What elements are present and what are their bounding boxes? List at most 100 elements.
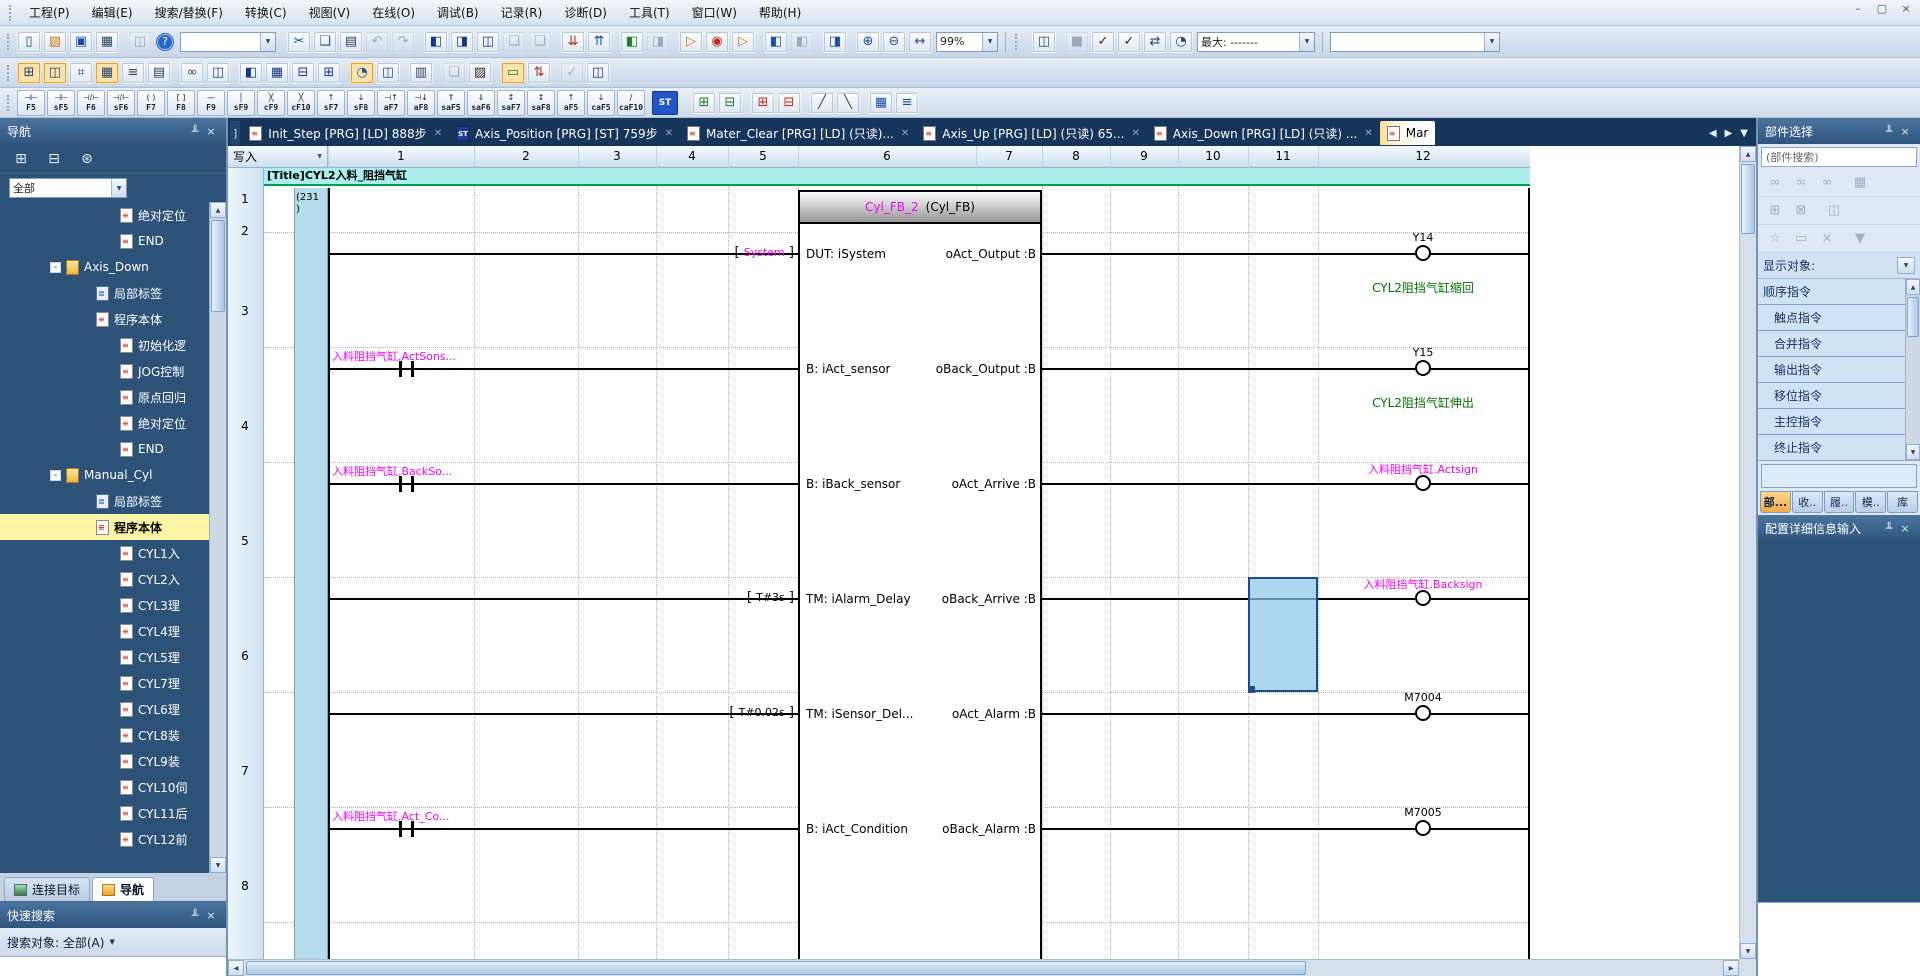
window-close-icon[interactable]: × [1898,2,1914,15]
tree-item[interactable]: CYL3理 [0,592,226,618]
tab-scroll-right-icon[interactable]: ▶ [1725,128,1733,139]
inline-st-button[interactable]: ST [652,91,678,115]
document-tab[interactable]: Mater_Clear [PRG] [LD] (只读)... ✕ [680,121,916,145]
scroll-left-icon[interactable]: ◀ [228,960,244,976]
statement-display-icon[interactable]: ≡ [121,62,145,84]
transfer-setup-icon[interactable]: ⇄ [1143,31,1167,53]
scroll-down-icon[interactable]: ▼ [1906,444,1920,460]
tree-scrollbar[interactable]: ▲ ▼ [209,202,226,873]
ladder-symbol-button[interactable]: ( )F7 [137,90,165,116]
check-program-icon[interactable]: ✓ [1091,31,1115,53]
project-combo[interactable]: ▼ [180,32,276,52]
tree-item[interactable]: CYL5理 [0,644,226,670]
scroll-down-icon[interactable]: ▼ [210,857,226,873]
parts-search-input[interactable]: (部件搜索) [1761,147,1917,167]
tab-connection-target[interactable]: 连接目标 [4,877,90,901]
open-project-icon[interactable]: ▨ [43,31,67,53]
device-display-icon[interactable]: ◧ [424,31,448,53]
tree-item[interactable]: CYL4理 [0,618,226,644]
list-scrollbar[interactable]: ▲ ▼ [1905,279,1920,460]
expand-icon[interactable] [50,262,61,273]
pause-icon[interactable]: ■ [1065,31,1089,53]
wire-draw-icon[interactable]: ╱ [810,92,834,114]
parts-tab[interactable]: 模.. [1855,491,1886,513]
document-tab[interactable]: Mar ✕ [1380,121,1436,145]
tree-item[interactable]: 绝对定位 [0,410,226,436]
display-format-icon[interactable]: ▥ [409,62,433,84]
menu-item[interactable]: 编辑(E) [81,3,144,23]
selected-part-field[interactable] [1761,464,1917,488]
ladder-symbol-button[interactable]: ↑aF5 [557,90,585,116]
mode-cell[interactable]: 写入▼ [228,146,328,167]
scroll-up-icon[interactable]: ▲ [1740,146,1756,162]
output-coil[interactable] [1415,705,1431,721]
ladder-symbol-button[interactable]: ↓sF8 [347,90,375,116]
tree-item[interactable]: 绝对定位 [0,202,226,228]
ladder-edit-b-icon[interactable]: ⊟ [718,92,742,114]
check2-icon[interactable]: ✓ [560,62,584,84]
ladder-symbol-button[interactable]: ⇓saF6 [467,90,495,116]
watch-combo[interactable]: ▼ [1330,32,1500,52]
max-combo[interactable]: 最大: -------▼ [1197,32,1315,52]
expand-icon[interactable] [50,470,61,481]
document-tab[interactable]: Axis_Position [PRG] [ST] 759步 ✕ [449,121,680,145]
scroll-down-icon[interactable]: ▼ [1740,943,1756,959]
tree-item[interactable]: CYL12前 [0,826,226,852]
write-to-plc-icon[interactable]: ⇊ [561,31,585,53]
ladder-symbol-button[interactable]: —F9 [197,90,225,116]
tree-item[interactable]: CYL1入 [0,540,226,566]
find-window-icon[interactable]: ◫ [206,62,230,84]
instruction-category[interactable]: 顺序指令 [1758,279,1905,305]
instruction-category[interactable]: 终止指令 [1758,435,1905,461]
ladder-symbol-button[interactable]: ↓caF5 [587,90,615,116]
zoom-in-icon[interactable]: ⊕ [856,31,880,53]
tree-item[interactable]: END [0,436,226,462]
document-tab[interactable]: Axis_Up [PRG] [LD] (只读) 65... ✕ [916,121,1147,145]
tree-item[interactable]: 程序本体 [0,306,226,332]
output-coil[interactable] [1415,360,1431,376]
monitor-stop-icon[interactable]: ◧ [790,31,814,53]
clipped-tab[interactable]: ] [230,121,240,145]
tab-scroll-left-icon[interactable]: ◀ [1709,128,1717,139]
menu-item[interactable]: 调试(B) [426,3,490,23]
output-coil[interactable] [1415,590,1431,606]
device-comment-icon[interactable]: ◧ [620,31,644,53]
tree-item[interactable]: CYL7理 [0,670,226,696]
instruction-category[interactable]: 输出指令 [1758,357,1905,383]
find-icon[interactable]: ∞ [180,62,204,84]
pin-icon[interactable]: ╨ [1881,125,1897,138]
device-list-icon[interactable]: ▨ [468,62,492,84]
check-parameter-icon[interactable]: ✓ [1117,31,1141,53]
horizontal-scrollbar[interactable]: ◀ ▶ [228,959,1739,976]
close-icon[interactable]: × [203,909,219,922]
instruction-category[interactable]: 触点指令 [1758,305,1905,331]
function-block-icon[interactable]: ◫ [43,62,67,84]
tree-item[interactable]: CYL6理 [0,696,226,722]
ladder-symbol-button[interactable]: ╳cF9 [257,90,285,116]
window-minimize-icon[interactable]: – [1850,2,1866,15]
function-block[interactable]: Cyl_FB_2 (Cyl_FB) DUT: iSystem oAct_Outp… [798,190,1042,959]
close-icon[interactable]: × [1897,125,1913,138]
paste-option-icon[interactable]: ❏ [502,31,526,53]
ladder-symbol-button[interactable]: ⊣↑aF7 [377,90,405,116]
document-tab[interactable]: Init_Step [PRG] [LD] 888步 ✕ [242,121,449,145]
monitor-write-icon[interactable]: ◨ [823,31,847,53]
instruction-category[interactable]: 主控指令 [1758,409,1905,435]
menu-item[interactable]: 视图(V) [298,3,362,23]
selected-cell[interactable] [1248,577,1318,692]
tree-item[interactable]: 原点回归 [0,384,226,410]
tab-list-icon[interactable]: ▼ [1740,128,1748,139]
note-icon[interactable]: ▷ [731,31,755,53]
wire-delete-icon[interactable]: ╲ [836,92,860,114]
menu-item[interactable]: 在线(O) [361,3,426,23]
instruction-category[interactable]: 移位指令 [1758,383,1905,409]
ladder-symbol-button[interactable]: ⊣⊢F5 [17,90,45,116]
tree-item[interactable]: Axis_Down [0,254,226,280]
menu-item[interactable]: 诊断(D) [553,3,618,23]
tree-display-icon[interactable]: ⊞ [9,148,33,170]
nav-filter-combo[interactable]: 全部▼ [9,178,127,198]
scroll-up-icon[interactable]: ▲ [1906,279,1920,295]
tree-item[interactable]: END [0,228,226,254]
tree-item[interactable]: CYL10伺 [0,774,226,800]
parts-tab[interactable]: 库 [1887,491,1918,513]
